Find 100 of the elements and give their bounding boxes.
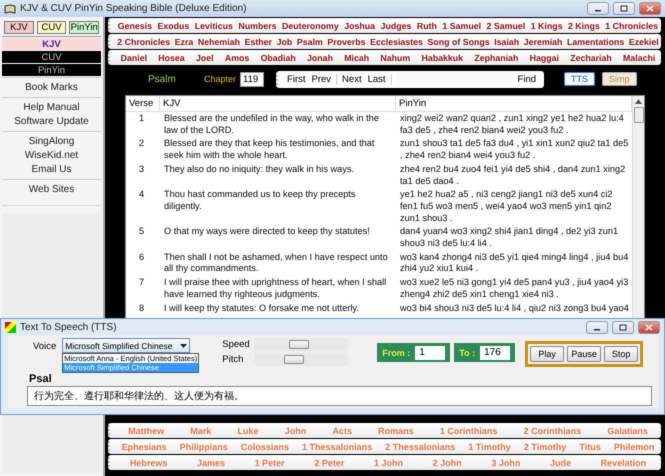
verse-heading: Psal bbox=[29, 373, 53, 386]
menu-link[interactable]: Email Us bbox=[31, 164, 72, 175]
from-field[interactable]: 1 bbox=[415, 346, 446, 360]
book-link[interactable]: Proverbs bbox=[327, 36, 366, 46]
version-tab[interactable]: CUV bbox=[2, 51, 101, 63]
close-button[interactable] bbox=[639, 2, 661, 15]
book-link[interactable]: 1 Kings bbox=[530, 20, 562, 30]
book-link[interactable]: Jonah bbox=[307, 52, 333, 62]
book-link[interactable]: Jeremiah bbox=[524, 36, 562, 46]
book-link[interactable]: Ecclesiastes bbox=[370, 36, 423, 46]
book-link[interactable]: Leviticus bbox=[194, 20, 233, 30]
book-link[interactable]: Judges bbox=[380, 20, 412, 30]
slider-thumb[interactable] bbox=[288, 340, 309, 349]
table-cell-text: wo3 bi4 shou3 ni3 de5 lu:4 li4 , qiu2 ni3 zong3 bu4 yao4 bbox=[399, 302, 630, 315]
table-cell-text: They also do no iniquity: they walk in his ways. bbox=[163, 162, 355, 176]
book-link[interactable]: Joshua bbox=[344, 20, 376, 30]
table-cell-text: Blessed are the undefiled in the way, who walk in the law of the LORD. bbox=[163, 112, 380, 137]
book-link[interactable]: Job bbox=[276, 36, 292, 46]
maximize-icon bbox=[619, 324, 627, 330]
table-cell-text: zhe4 ren2 bu4 zuo4 fei1 yi4 de5 shi4 , dan4 zun1 xing2 ta1 de5 dao4 . bbox=[399, 162, 626, 188]
nav-button[interactable]: Last bbox=[368, 74, 386, 84]
nav-button[interactable]: First bbox=[287, 74, 306, 84]
table-cell-text: 4 bbox=[138, 188, 146, 202]
book-icon bbox=[4, 4, 16, 14]
voice-label: Voice bbox=[33, 341, 56, 352]
book-link[interactable]: 2 Chronicles bbox=[117, 36, 170, 46]
book-link[interactable]: Isaiah bbox=[494, 36, 520, 46]
book-name: Psalm bbox=[148, 74, 177, 84]
tts-button[interactable]: TTS bbox=[564, 72, 596, 86]
book-link[interactable]: Lamentations bbox=[567, 36, 624, 46]
menu-link[interactable]: WiseKid.net bbox=[24, 150, 78, 161]
playback-button[interactable]: Stop bbox=[604, 346, 638, 362]
find-button[interactable]: Find bbox=[518, 74, 536, 84]
table-cell-text: 8 bbox=[138, 302, 146, 315]
nav-button[interactable]: Prev bbox=[312, 74, 332, 84]
book-link[interactable]: Amos bbox=[224, 52, 250, 62]
menu-link[interactable]: Help Manual bbox=[23, 102, 80, 113]
table-cell-text: Blessed are they that keep his testimonies, and that seek him with the whole heart. bbox=[163, 137, 376, 162]
version-tab[interactable]: PinYin bbox=[2, 64, 101, 76]
book-link[interactable]: Zephaniah bbox=[474, 52, 518, 62]
book-link[interactable]: Genesis bbox=[118, 20, 152, 30]
slider-thumb[interactable] bbox=[284, 355, 304, 364]
table-cell-text: 7 bbox=[138, 276, 146, 290]
slider-track[interactable] bbox=[254, 338, 350, 351]
book-link[interactable]: 2 Samuel bbox=[486, 20, 526, 30]
search-field[interactable] bbox=[396, 72, 514, 86]
book-link[interactable]: Esther bbox=[244, 36, 272, 46]
book-link[interactable]: Joel bbox=[196, 52, 214, 62]
version-toggle[interactable]: KJV bbox=[4, 21, 34, 34]
voice-dropdown[interactable]: Microsoft Simplified Chinese bbox=[62, 338, 190, 353]
book-link[interactable]: 1 Samuel bbox=[442, 20, 482, 30]
scroll-thumb[interactable] bbox=[634, 107, 644, 123]
book-link[interactable]: Deuteronomy bbox=[282, 20, 339, 30]
menu-link[interactable]: SingAlong bbox=[28, 136, 74, 147]
menu-link[interactable]: Book Marks bbox=[25, 82, 78, 93]
book-link[interactable]: Zechariah bbox=[570, 52, 612, 62]
book-link[interactable]: Micah bbox=[344, 52, 370, 62]
menu-link[interactable]: Software Update bbox=[14, 116, 89, 127]
chapter-field[interactable]: 119 bbox=[240, 72, 264, 86]
table-cell-text: Thou hast commanded us to keep thy precepts diligently. bbox=[163, 188, 357, 213]
book-link[interactable]: Numbers bbox=[238, 20, 277, 30]
table-cell-text: dan4 yuan4 wo3 xing2 shi4 jian1 ding4 , de2 yi3 zun1 shou3 ni3 de5 lu:4 li4 . bbox=[399, 225, 620, 250]
minimize-button[interactable] bbox=[586, 320, 608, 334]
version-toggle[interactable]: CUV bbox=[36, 21, 66, 34]
book-link[interactable]: Haggai bbox=[530, 52, 559, 62]
close-button[interactable] bbox=[638, 320, 660, 334]
book-link[interactable]: Psalm bbox=[296, 36, 323, 46]
minimize-button[interactable] bbox=[587, 2, 609, 15]
playback-button[interactable]: Play bbox=[530, 346, 564, 362]
book-link[interactable]: Obadiah bbox=[260, 52, 296, 62]
book-link[interactable]: Ruth bbox=[416, 20, 437, 30]
table-cell-text: Then shall I not be ashamed, when I have respect unto all thy commandments. bbox=[163, 250, 389, 276]
version-toggle[interactable]: PinYin bbox=[69, 21, 100, 34]
book-link[interactable]: Ezra bbox=[174, 36, 194, 46]
to-field[interactable]: 176 bbox=[480, 346, 510, 360]
book-link[interactable]: Song of Songs bbox=[428, 36, 490, 46]
column-header: PinYin bbox=[396, 96, 632, 112]
table-cell-text: wo3 xue2 le5 ni3 gong1 yi4 de5 pan4 yu3 , jiu4 yao4 yi3 zheng4 zhi2 de5 xin1 cheng1 xie4 ni3 . bbox=[399, 276, 630, 301]
book-link[interactable]: Habakkuk bbox=[422, 52, 464, 62]
book-link[interactable]: 1 Chronicles bbox=[605, 20, 658, 30]
book-link[interactable]: Daniel bbox=[120, 52, 148, 62]
book-link[interactable]: Ezekiel bbox=[628, 36, 659, 46]
menu-link[interactable]: Web Sites bbox=[28, 184, 74, 195]
table-cell-text: I will praise thee with uprightness of heart, when I shall have learned thy righteous judgments. bbox=[163, 276, 388, 301]
book-link[interactable]: Nehemiah bbox=[198, 36, 240, 46]
book-link[interactable]: Malachi bbox=[623, 52, 656, 62]
book-link[interactable]: 2 Kings bbox=[568, 20, 600, 30]
table-cell-text: O that my ways were directed to keep thy statutes! bbox=[163, 225, 371, 238]
version-tab[interactable]: KJV bbox=[2, 38, 101, 50]
maximize-button[interactable] bbox=[613, 2, 635, 15]
to-label: To : bbox=[459, 348, 476, 358]
book-link[interactable]: Hosea bbox=[158, 52, 185, 62]
from-label: From : bbox=[382, 348, 410, 358]
slider-track[interactable] bbox=[254, 353, 350, 366]
maximize-button[interactable] bbox=[612, 320, 634, 334]
book-link[interactable]: Exodus bbox=[157, 20, 190, 30]
speech-text-area[interactable]: 行为完全、遵行耶和华律法的、这人便为有福。 bbox=[27, 386, 652, 406]
playback-button[interactable]: Pause bbox=[567, 346, 602, 362]
book-link[interactable]: Nahum bbox=[380, 52, 410, 62]
nav-button[interactable]: Next bbox=[342, 74, 362, 84]
